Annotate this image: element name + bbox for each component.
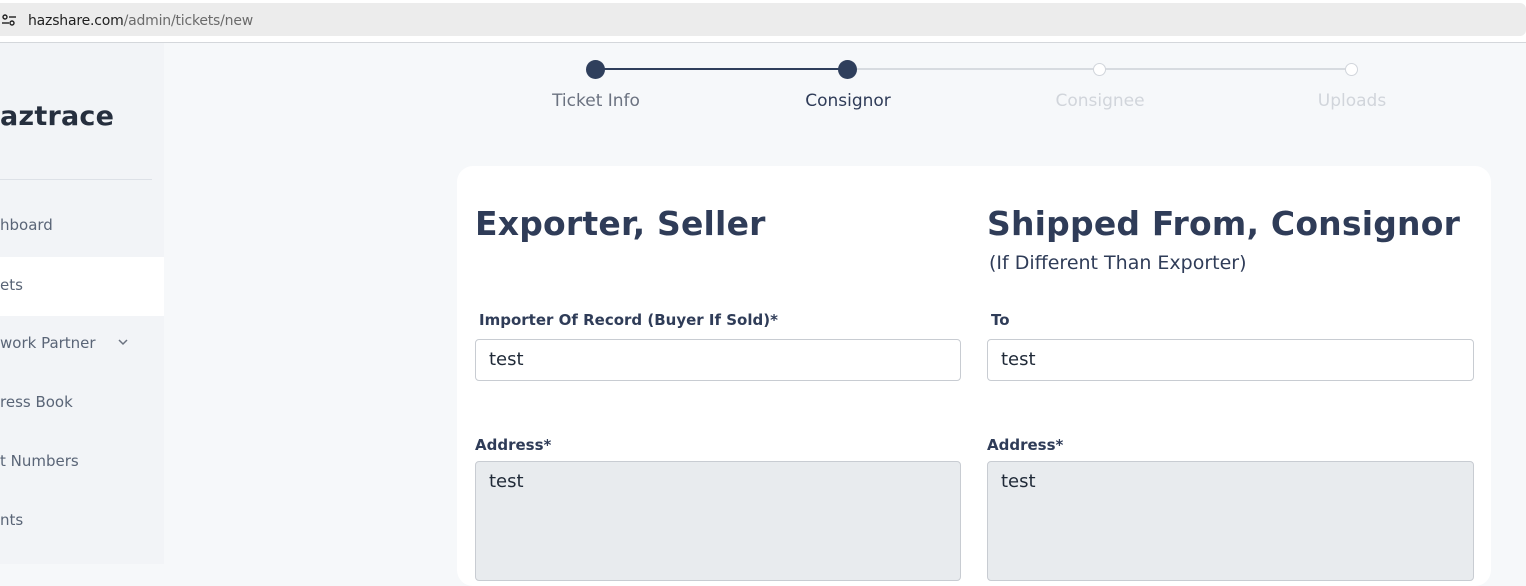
sidebar-item-dashboard[interactable]: hboard: [0, 197, 164, 256]
sidebar-item-label: t Numbers: [0, 452, 79, 470]
browser-toolbar: hazshare.com/admin/tickets/new: [0, 0, 1526, 43]
step-dot-ticket-info[interactable]: [586, 60, 605, 79]
exporter-address-label: Address*: [475, 436, 552, 454]
consignor-address-label: Address*: [987, 436, 1064, 454]
sidebar-item-clients[interactable]: nts: [0, 492, 164, 551]
sidebar: aztrace hboard ets work Partner ress Boo…: [0, 43, 164, 564]
importer-of-record-label: Importer Of Record (Buyer If Sold)*: [479, 311, 778, 329]
to-input[interactable]: test: [987, 339, 1474, 381]
sidebar-item-address-book[interactable]: ress Book: [0, 374, 164, 433]
sidebar-item-label: nts: [0, 511, 24, 529]
shipped-from-consignor-heading: Shipped From, Consignor: [987, 204, 1461, 243]
site-settings-icon[interactable]: [2, 13, 16, 27]
sidebar-item-network-partner[interactable]: work Partner: [0, 315, 164, 374]
sidebar-item-tickets[interactable]: ets: [0, 257, 164, 316]
consignor-subtitle: (If Different Than Exporter): [989, 252, 1247, 274]
url-path: /admin/tickets/new: [123, 13, 254, 29]
step-label-consignor[interactable]: Consignor: [805, 91, 891, 111]
sidebar-item-label: hboard: [0, 216, 53, 234]
step-label-ticket-info[interactable]: Ticket Info: [552, 91, 640, 111]
step-label-uploads: Uploads: [1317, 91, 1387, 111]
url-host: hazshare.com: [28, 13, 124, 29]
step-label-consignee: Consignee: [1055, 91, 1145, 111]
address-bar[interactable]: hazshare.com/admin/tickets/new: [0, 3, 1526, 36]
consignor-address-textarea[interactable]: test: [987, 461, 1474, 581]
brand-logo[interactable]: aztrace: [0, 101, 114, 132]
importer-of-record-input[interactable]: test: [475, 339, 961, 381]
sidebar-divider: [0, 179, 152, 180]
consignor-form-card: Exporter, Seller Importer Of Record (Buy…: [457, 166, 1491, 586]
sidebar-item-label: ets: [0, 276, 23, 294]
sidebar-item-label: ress Book: [0, 393, 73, 411]
exporter-address-textarea[interactable]: test: [475, 461, 961, 581]
exporter-seller-heading: Exporter, Seller: [475, 204, 766, 243]
step-dot-uploads: [1345, 63, 1358, 76]
stepper-connector-complete: [596, 68, 848, 70]
to-label: To: [991, 311, 1010, 329]
step-dot-consignee: [1093, 63, 1106, 76]
chevron-down-icon[interactable]: [117, 336, 129, 348]
progress-stepper: Ticket Info Consignor Consignee Uploads: [470, 55, 1470, 125]
sidebar-item-label: work Partner: [0, 334, 96, 352]
step-dot-consignor[interactable]: [838, 60, 857, 79]
sidebar-item-unit-numbers[interactable]: t Numbers: [0, 433, 164, 492]
url-text[interactable]: hazshare.com/admin/tickets/new: [28, 13, 253, 29]
